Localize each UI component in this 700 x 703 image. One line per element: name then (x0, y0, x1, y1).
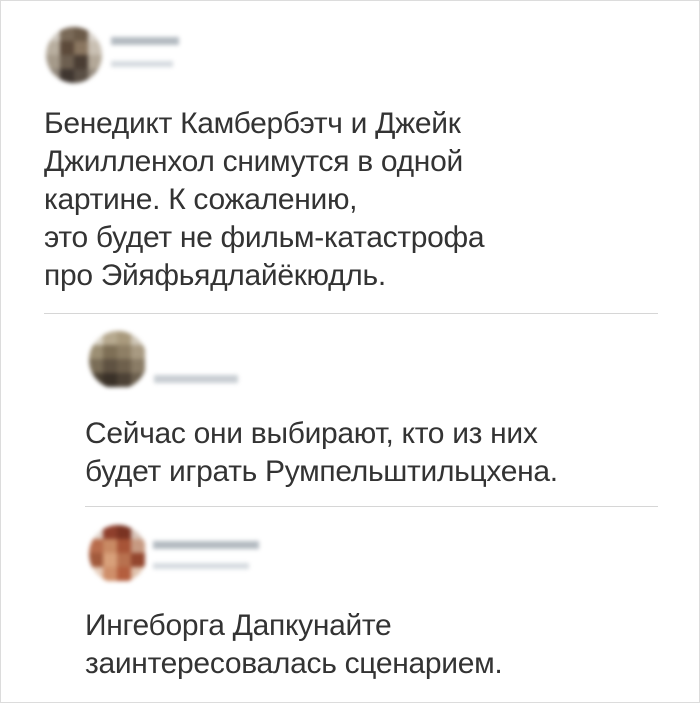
reply-author-avatar[interactable] (89, 331, 147, 389)
post-text: Бенедикт Камбербэтч и Джейк Джилленхол с… (44, 105, 485, 295)
reply-text-line: Сейчас они выбирают, кто из них (85, 417, 538, 450)
reply-author-avatar[interactable] (89, 525, 147, 583)
post-text-line: картине. К сожалению, (44, 183, 358, 216)
post-author-name[interactable] (111, 37, 179, 45)
reply-timestamp (153, 563, 249, 569)
comment-thread: Бенедикт Камбербэтч и Джейк Джилленхол с… (0, 0, 700, 703)
reply-divider (85, 506, 658, 507)
reply-text-line: Ингеборга Дапкунайте (85, 609, 392, 642)
post-text-line: Джилленхол снимутся в одной (44, 145, 463, 178)
post-text-line: про Эйяфьядлайёкюдль. (44, 259, 386, 292)
reply-text: Ингеборга Дапкунайте заинтересовалась сц… (85, 607, 503, 683)
reply-author-name[interactable] (153, 541, 259, 549)
post-text-line: это будет не фильм-катастрофа (44, 221, 485, 254)
reply-author-name[interactable] (154, 375, 238, 383)
reply-text-line: будет играть Румпельштильцхена. (85, 455, 558, 488)
post-text-line: Бенедикт Камбербэтч и Джейк (44, 107, 461, 140)
post-divider (44, 313, 658, 314)
post-author-avatar[interactable] (46, 27, 102, 83)
post-timestamp (111, 61, 173, 67)
reply-text: Сейчас они выбирают, кто из них будет иг… (85, 415, 558, 491)
reply-text-line: заинтересовалась сценарием. (85, 647, 503, 680)
